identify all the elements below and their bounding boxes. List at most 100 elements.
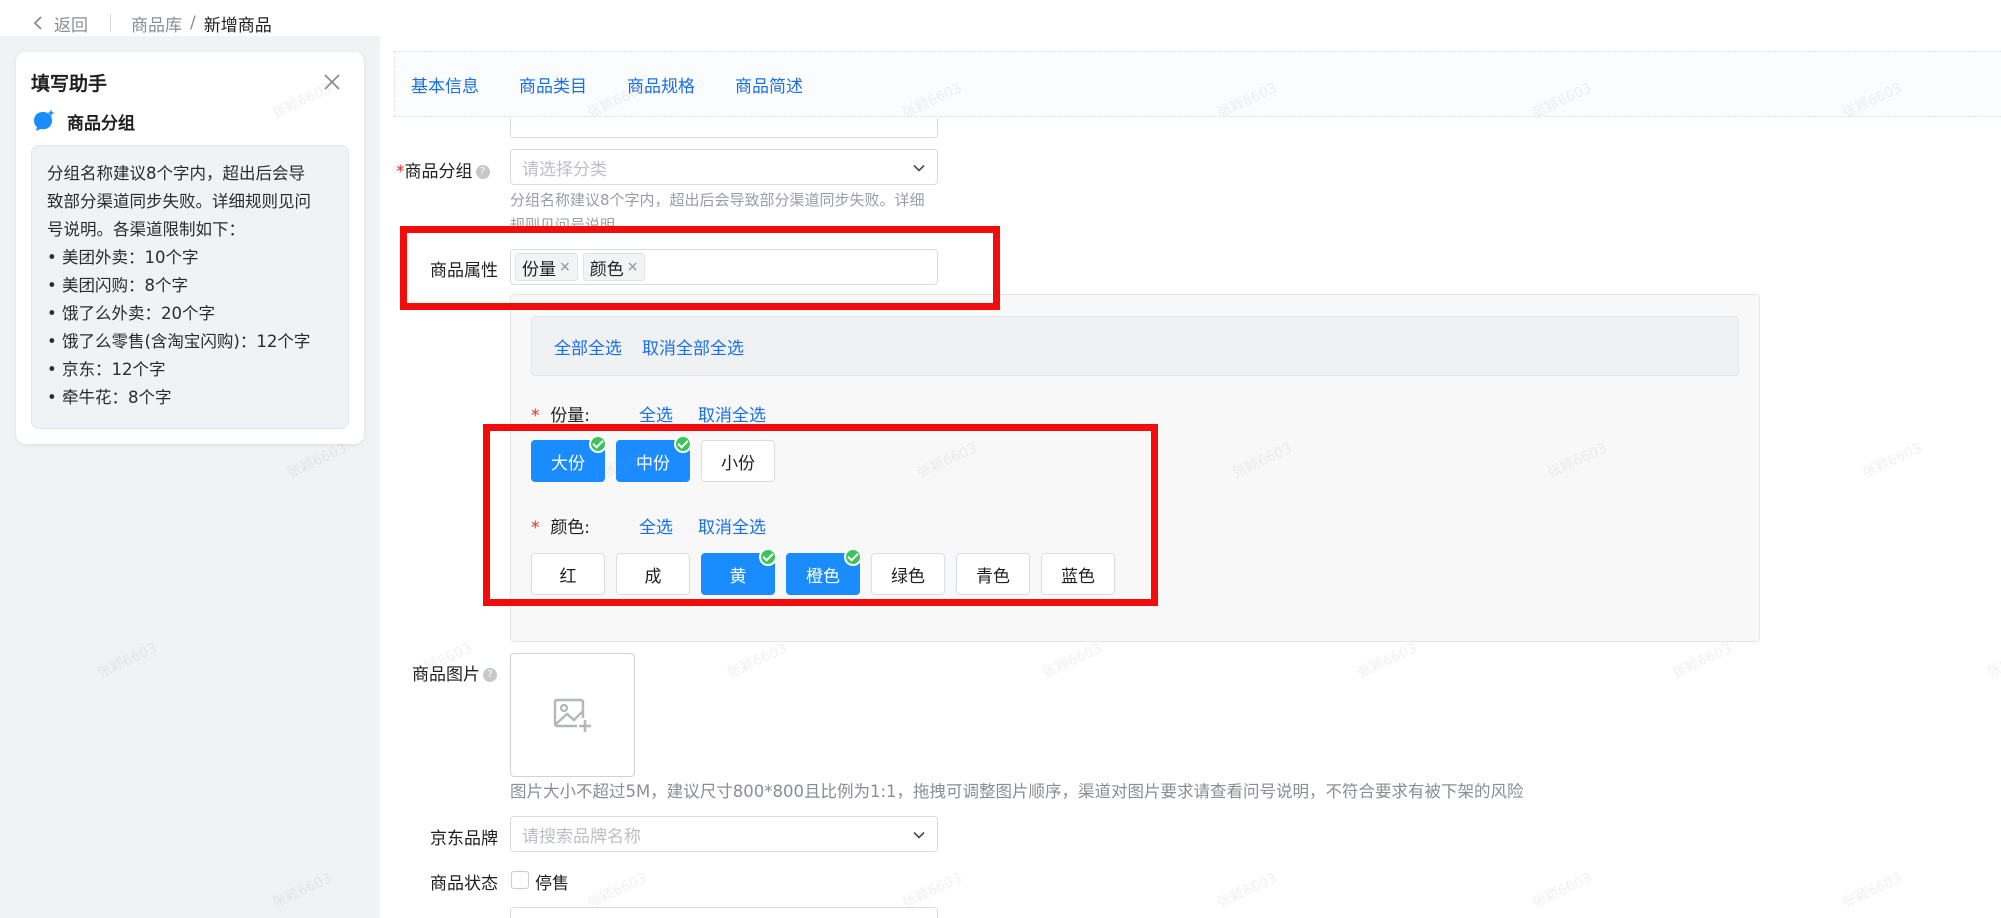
required-mark: *	[531, 406, 540, 426]
watermark-text: 张颖6603	[725, 640, 790, 682]
check-icon	[674, 435, 692, 453]
jd-brand-select[interactable]: 请搜索品牌名称	[510, 816, 938, 852]
helper-line: • 饿了么零售(含淘宝闪购)：12个字	[47, 332, 311, 351]
spec-option-button[interactable]: 小份	[701, 440, 775, 482]
status-label: 商品状态	[430, 874, 498, 894]
previous-field-edge	[510, 118, 938, 138]
assistant-bubble-icon	[34, 109, 55, 131]
helper-line: • 饿了么外卖：20个字	[47, 304, 215, 323]
helper-title: 填写助手	[31, 73, 108, 95]
deselect-all-link[interactable]: 取消全选	[698, 401, 766, 426]
spec-option-button[interactable]: 黄	[701, 548, 777, 595]
watermark-text: 张颖6603	[900, 870, 965, 912]
group-hint-line: 规则见问号说明	[510, 216, 616, 233]
helper-section-header: 商品分组	[31, 108, 135, 134]
spec-option-label: 蓝色	[1061, 566, 1095, 587]
helper-line: 号说明。各渠道限制如下：	[47, 220, 245, 239]
watermark-text: 张颖6603	[1860, 440, 1925, 482]
watermark-text: 张颖6603	[1985, 640, 2001, 682]
select-all-link[interactable]: 全选	[639, 401, 673, 426]
spec-option-label: 中份	[636, 453, 670, 474]
tab-basic-info[interactable]: 基本信息	[411, 72, 479, 97]
spec-bulk-actions: 全部全选 取消全部全选	[531, 316, 1739, 376]
helper-line: • 牵牛花：8个字	[47, 388, 172, 407]
helper-line: • 美团闪购：8个字	[47, 276, 188, 295]
attrs-label: 商品属性	[430, 261, 498, 281]
help-icon[interactable]: ?	[475, 165, 490, 179]
tab-spec[interactable]: 商品规格	[627, 72, 695, 97]
image-label-text: 商品图片	[412, 665, 480, 685]
spec-group-label: * 份量:	[531, 401, 590, 426]
help-icon[interactable]: ?	[483, 668, 497, 682]
group-select-placeholder: 请选择分类	[522, 159, 607, 180]
add-image-icon	[553, 698, 593, 734]
attr-tag: 颜色 ×	[582, 253, 646, 281]
group-label-text: 商品分组	[404, 162, 473, 182]
breadcrumb-parent[interactable]: 商品库	[131, 11, 182, 36]
select-all-link[interactable]: 全选	[639, 513, 673, 538]
spec-option-label: 黄	[729, 566, 747, 587]
attr-tag-label: 份量	[522, 259, 556, 280]
section-tabs: 基本信息 商品类目 商品规格 商品简述	[394, 51, 2001, 117]
image-upload-button[interactable]	[510, 653, 635, 777]
required-mark: *	[531, 518, 540, 538]
required-mark: *	[396, 162, 405, 182]
tag-close-icon[interactable]: ×	[627, 259, 639, 275]
spec-option-label: 青色	[976, 566, 1010, 587]
spec-option-button[interactable]: 青色	[956, 553, 1030, 595]
group-hint: 分组名称建议8个字内，超出后会导致部分渠道同步失败。详细 规则见问号说明	[510, 188, 925, 233]
check-icon	[589, 435, 607, 453]
spec-option-label: 小份	[721, 453, 755, 474]
breadcrumb-divider	[110, 14, 111, 32]
spec-option-button[interactable]: 成	[616, 553, 690, 595]
group-label: *商品分组?	[396, 157, 490, 182]
check-icon	[759, 548, 777, 566]
spec-option-label: 红	[559, 566, 577, 587]
fill-helper-card: 填写助手 商品分组 分组名称建议8个字内，超出后会导 致部分渠道同步失败。详细规…	[16, 52, 364, 444]
chevron-down-icon	[913, 164, 925, 172]
spec-selection-panel: 全部全选 取消全部全选 * 份量: 全选 取消全选 大份 中份 小份 * 颜色:…	[510, 294, 1760, 642]
helper-line: 分组名称建议8个字内，超出后会导	[47, 164, 305, 183]
back-label: 返回	[54, 15, 88, 36]
spec-option-button[interactable]: 蓝色	[1041, 553, 1115, 595]
next-field-edge	[510, 907, 938, 918]
breadcrumb-separator: /	[190, 13, 196, 33]
attr-tag: 份量 ×	[515, 253, 578, 281]
spec-option-button[interactable]: 中份	[616, 435, 692, 482]
tab-category[interactable]: 商品类目	[519, 72, 587, 97]
attr-tag-label: 颜色	[589, 259, 624, 280]
watermark-text: 张颖6603	[1840, 870, 1905, 912]
watermark-text: 张颖6603	[585, 870, 650, 912]
spec-option-button[interactable]: 红	[531, 553, 605, 595]
attrs-multiselect[interactable]: 份量 × 颜色 ×	[510, 249, 938, 285]
jd-brand-placeholder: 请搜索品牌名称	[522, 826, 641, 847]
close-icon[interactable]	[320, 70, 344, 94]
helper-section-title: 商品分组	[67, 113, 135, 134]
tab-description[interactable]: 商品简述	[735, 72, 803, 97]
stop-sale-checkbox[interactable]	[511, 871, 529, 889]
breadcrumb-current: 新增商品	[203, 15, 272, 36]
watermark-text: 张颖6603	[1530, 870, 1595, 912]
helper-line: • 美团外卖：10个字	[47, 248, 199, 267]
group-select[interactable]: 请选择分类	[510, 149, 938, 185]
jd-brand-label: 京东品牌	[430, 829, 498, 849]
deselect-all-global-link[interactable]: 取消全部全选	[642, 334, 744, 359]
check-icon	[844, 548, 862, 566]
spec-option-label: 绿色	[891, 566, 925, 587]
select-all-global-link[interactable]: 全部全选	[554, 334, 622, 359]
breadcrumb: 返回 商品库 / 新增商品	[32, 10, 272, 36]
tag-close-icon[interactable]: ×	[559, 259, 571, 275]
spec-option-button[interactable]: 绿色	[871, 553, 945, 595]
stop-sale-label[interactable]: 停售	[535, 869, 569, 894]
back-button[interactable]: 返回	[32, 11, 88, 36]
image-hint: 图片大小不超过5M，建议尺寸800*800且比例为1:1，拖拽可调整图片顺序，渠…	[510, 782, 1524, 801]
watermark-text: 张颖6603	[1215, 870, 1280, 912]
deselect-all-link[interactable]: 取消全选	[698, 513, 766, 538]
spec-option-button[interactable]: 大份	[531, 435, 607, 482]
spec-group-label-text: 份量:	[550, 406, 591, 426]
watermark-text: 张颖6603	[1040, 640, 1105, 682]
chevron-left-icon	[33, 16, 42, 30]
spec-option-label: 橙色	[806, 566, 840, 587]
spec-option-button[interactable]: 橙色	[786, 548, 862, 595]
helper-line: 致部分渠道同步失败。详细规则见问	[47, 192, 311, 211]
